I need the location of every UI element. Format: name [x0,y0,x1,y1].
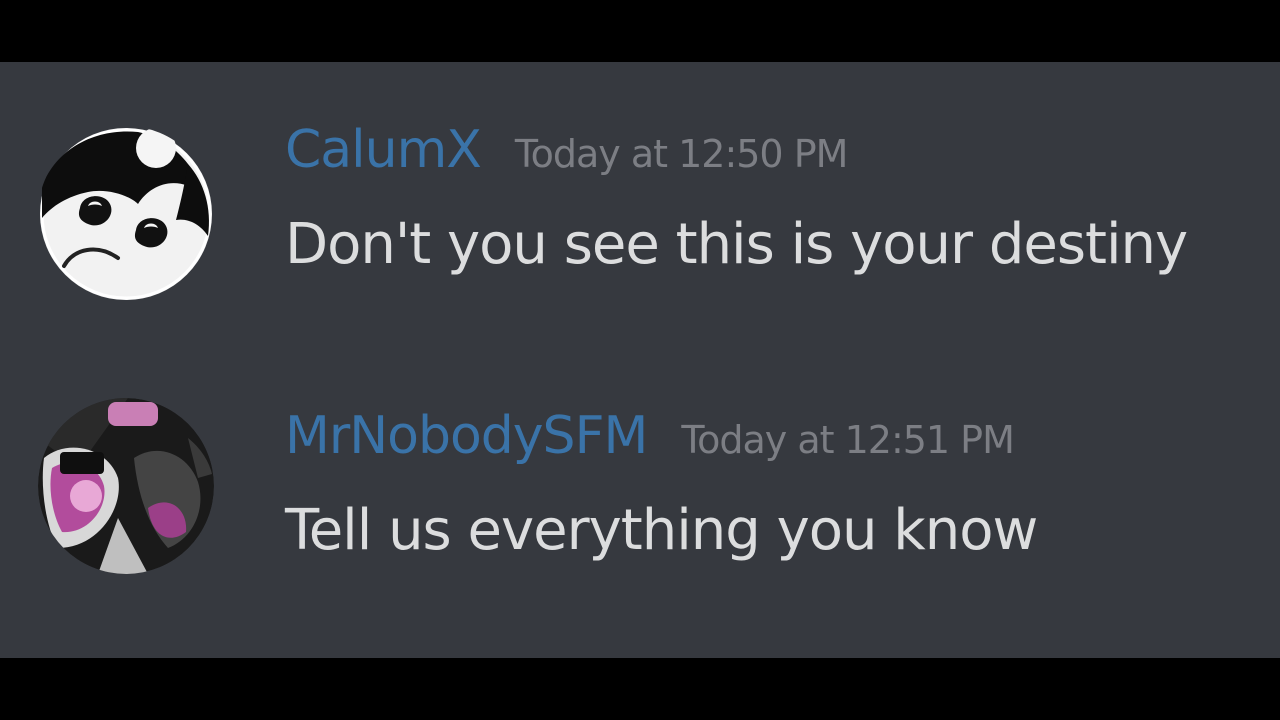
chat-panel: CalumX Today at 12:50 PM Don't you see th… [0,62,1280,658]
chat-message: CalumX Today at 12:50 PM Don't you see th… [0,112,1280,312]
message-header: CalumX Today at 12:50 PM [285,120,849,180]
username[interactable]: CalumX [285,120,482,180]
chat-message: MrNobodySFM Today at 12:51 PM Tell us eve… [0,398,1280,598]
user-avatar[interactable] [38,126,214,302]
cartoon-demon-face-icon [40,128,212,300]
timestamp: Today at 12:51 PM [681,418,1015,462]
message-text: Don't you see this is your destiny [285,212,1188,277]
timestamp: Today at 12:50 PM [514,132,849,176]
message-text: Tell us everything you know [285,498,1038,563]
animatronic-character-icon [38,398,214,574]
username[interactable]: MrNobodySFM [285,406,648,466]
message-header: MrNobodySFM Today at 12:51 PM [285,406,1015,466]
user-avatar[interactable] [38,398,214,574]
